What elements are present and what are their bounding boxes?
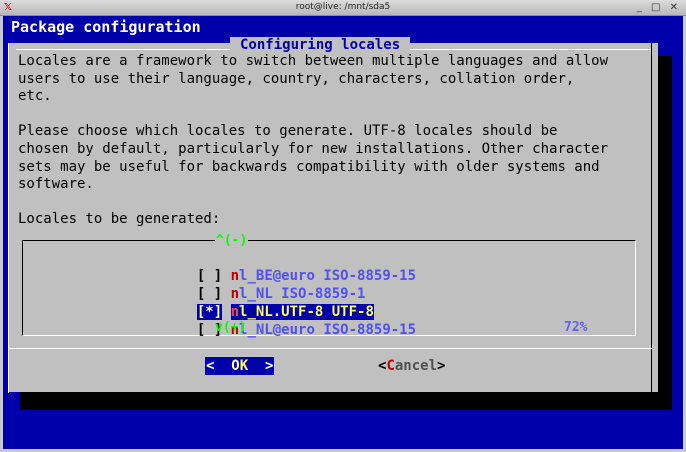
locale-item[interactable]: [ ] nl_BE@euro ISO-8859-15 — [180, 249, 416, 284]
backtitle: Package configuration — [11, 18, 201, 36]
locale-label: l_NL@euro ISO-8859-15 — [239, 322, 417, 338]
ok-hotkey: K — [239, 358, 249, 374]
window-title: root@live: /mnt/sda5 — [295, 2, 391, 12]
scroll-percent: 72% — [564, 320, 588, 335]
window-controls[interactable]: _ □ ✕ — [637, 0, 681, 15]
cancel-button[interactable]: <Cancel> — [378, 357, 445, 375]
locale-item[interactable]: [ ] nl_NL ISO-8859-1 — [180, 267, 366, 302]
ok-left: < — [206, 358, 232, 374]
scroll-up-indicator[interactable]: ^(-) — [215, 233, 249, 248]
ok-right: > — [248, 358, 274, 374]
ok-button[interactable]: < OK > — [205, 357, 275, 375]
cancel-close: > — [437, 358, 446, 374]
dialog-frame-right — [651, 43, 652, 393]
cancel-label: ancel — [394, 358, 438, 374]
cancel-hotkey: C — [386, 358, 395, 374]
button-separator — [8, 348, 652, 349]
window-titlebar[interactable]: 𝕏 root@live: /mnt/sda5 _ □ ✕ — [0, 0, 686, 16]
xterm-icon: 𝕏 — [4, 2, 13, 13]
window-left-border — [0, 16, 3, 452]
dialog-frame-left — [8, 43, 9, 393]
locale-item-selected[interactable]: [*] nl_NL.UTF-8 UTF-8 — [180, 285, 374, 320]
locale-item[interactable]: [ ] nl_NL@euro ISO-8859-15 — [180, 303, 416, 338]
ok-pre: O — [231, 358, 240, 374]
dialog-description: Locales are a framework to switch betwee… — [18, 53, 609, 228]
scroll-down-indicator[interactable]: v(+) — [215, 320, 246, 335]
dialog-title: Configuring locales — [230, 37, 411, 53]
